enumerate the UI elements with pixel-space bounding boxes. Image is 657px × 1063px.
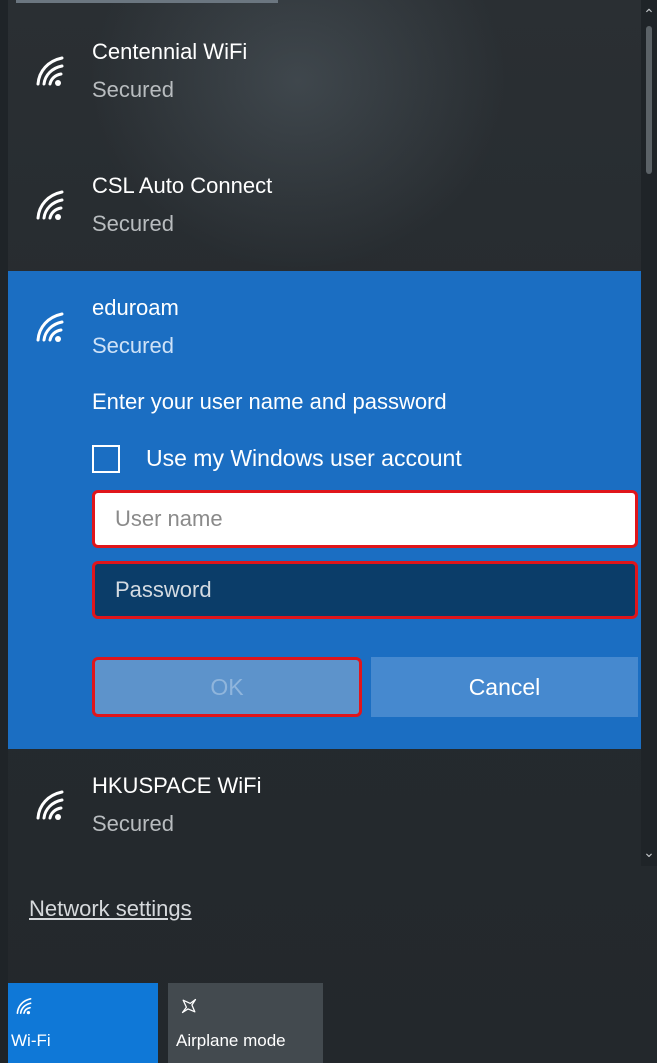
wifi-icon: [36, 56, 64, 86]
network-name: CSL Auto Connect: [92, 173, 273, 198]
network-name: eduroam: [92, 295, 179, 320]
chevron-up-icon[interactable]: ⌃: [641, 4, 657, 24]
wifi-icon: [36, 190, 64, 220]
network-list-scrollbar[interactable]: ⌃ ⌄: [641, 0, 657, 866]
cancel-button[interactable]: Cancel: [371, 657, 638, 717]
network-name: HKUSPACE WiFi: [92, 773, 262, 798]
top-divider: [16, 0, 278, 3]
tile-label: Wi-Fi: [11, 1031, 51, 1050]
credentials-prompt: Enter your user name and password: [92, 389, 447, 414]
network-name: Centennial WiFi: [92, 39, 248, 64]
tile-label: Airplane mode: [176, 1031, 286, 1050]
windows-account-checkbox[interactable]: [92, 445, 120, 473]
wifi-icon: [16, 998, 32, 1015]
network-status: Secured: [92, 333, 174, 358]
chevron-down-icon[interactable]: ⌄: [641, 842, 657, 862]
network-status: Secured: [92, 211, 174, 236]
network-status: Secured: [92, 77, 174, 102]
wifi-icon: [36, 312, 64, 342]
network-item-csl-auto-connect[interactable]: CSL Auto Connect Secured: [8, 149, 641, 269]
network-item-centennial-wifi[interactable]: Centennial WiFi Secured: [8, 15, 641, 135]
airplane-icon: [181, 998, 197, 1014]
windows-account-label: Use my Windows user account: [146, 445, 462, 471]
wifi-quick-action-tile[interactable]: Wi-Fi: [8, 983, 158, 1063]
network-item-eduroam-expanded[interactable]: eduroam Secured Enter your user name and…: [8, 271, 641, 749]
wifi-icon: [36, 790, 64, 820]
network-item-hkuspace-wifi[interactable]: HKUSPACE WiFi Secured: [8, 749, 641, 869]
network-settings-link[interactable]: Network settings: [29, 896, 192, 922]
password-input[interactable]: [92, 561, 638, 619]
network-status: Secured: [92, 811, 174, 836]
username-input[interactable]: [92, 490, 638, 548]
scrollbar-thumb[interactable]: [646, 26, 652, 174]
airplane-mode-quick-action-tile[interactable]: Airplane mode: [168, 983, 323, 1063]
ok-button[interactable]: OK: [92, 657, 362, 717]
network-flyout: Centennial WiFi Secured CSL Auto Connect…: [8, 0, 657, 1063]
